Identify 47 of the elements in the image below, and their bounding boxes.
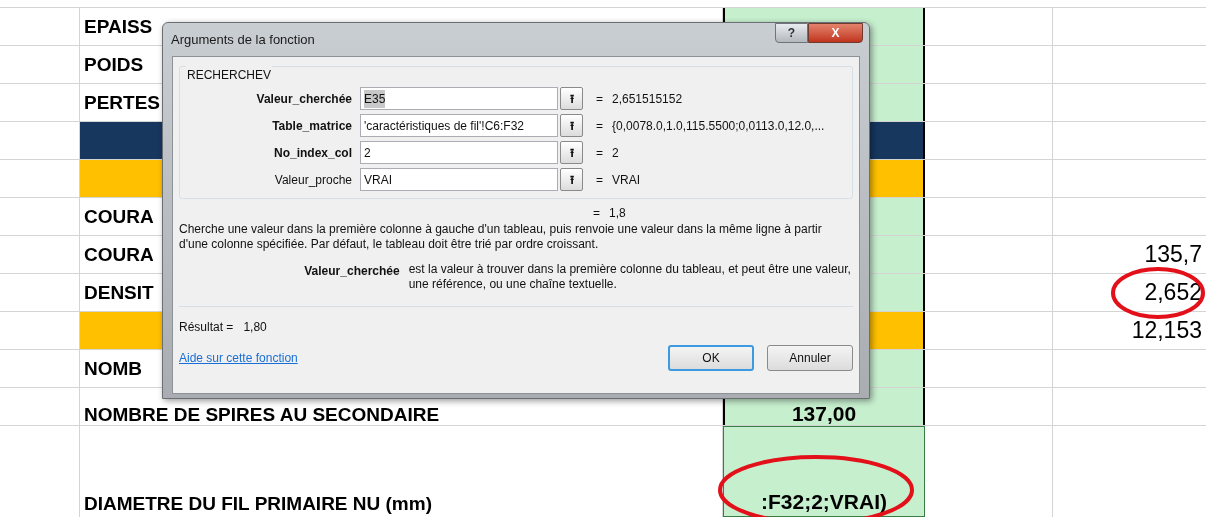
- window-title: Arguments de la fonction: [171, 30, 315, 49]
- row-label: PERTES: [84, 93, 161, 112]
- row-label: DENSIT: [84, 283, 154, 302]
- equals-sign: =: [596, 90, 603, 108]
- equals-sign: =: [593, 205, 600, 222]
- cell-value: 135,7: [1144, 243, 1202, 266]
- dialog-button[interactable]: Annuler: [767, 345, 853, 371]
- argument-label: No_index_col: [272, 144, 353, 162]
- help-link[interactable]: Aide sur cette fonction: [179, 349, 298, 367]
- cell-value: 12,153: [1131, 319, 1202, 342]
- row-label: POIDS: [84, 55, 144, 74]
- argument-result: 2,651515152: [612, 90, 683, 108]
- argument-label: Valeur_proche: [273, 171, 353, 189]
- result-value: 1,80: [243, 319, 267, 336]
- argument-result: {0,0078.0,1.0,115.5500;0,0113.0,12.0,...: [612, 117, 825, 135]
- cell-value: 137,00: [791, 403, 857, 425]
- result-label: Résultat =: [179, 319, 234, 336]
- row-label: EPAISS: [84, 17, 153, 36]
- row-label: DIAMETRE DU FIL PRIMAIRE NU (mm): [84, 494, 432, 513]
- argument-field[interactable]: VRAI: [360, 168, 558, 191]
- row-label: COURA: [84, 245, 154, 264]
- row-label: NOMBRE DE SPIRES AU SECONDAIRE: [84, 405, 440, 424]
- equals-sign: =: [596, 117, 603, 135]
- argument-result: 2: [612, 144, 619, 162]
- cell-value: 2,652: [1144, 281, 1202, 304]
- dialog-button[interactable]: OK: [668, 345, 754, 371]
- help-button[interactable]: ?: [775, 23, 808, 43]
- row-label: COURA: [84, 207, 154, 226]
- equals-sign: =: [596, 144, 603, 162]
- collapse-button[interactable]: ⭱: [560, 114, 583, 137]
- argument-field[interactable]: E35: [360, 87, 558, 110]
- collapse-button[interactable]: ⭱: [560, 141, 583, 164]
- collapse-button[interactable]: ⭱: [560, 87, 583, 110]
- function-description: Cherche une valeur dans la première colonne à gauche d'un tableau, puis renvoie une valeur dans la même ligne à partir d'une colonne spécifiée. Par défaut, le tableau doit être trié par ordre croissant.: [179, 222, 823, 252]
- collapse-button[interactable]: ⭱: [560, 168, 583, 191]
- argument-result: VRAI: [612, 171, 641, 189]
- argument-field[interactable]: 'caractéristiques de fil'!C6:F32: [360, 114, 558, 137]
- formula-result: 1,8: [609, 205, 626, 222]
- row-label: NOMB: [84, 359, 143, 378]
- argument-field[interactable]: 2: [360, 141, 558, 164]
- cell-value: :F32;2;VRAI): [761, 491, 887, 512]
- equals-sign: =: [596, 171, 603, 189]
- argument-label: Valeur_cherchée: [255, 90, 353, 108]
- argument-label: Table_matrice: [271, 117, 353, 135]
- close-button[interactable]: X: [808, 23, 863, 43]
- argument-help-label: Valeur_cherchée: [303, 263, 401, 280]
- argument-help-text: est la valeur à trouver dans la première colonne du tableau, et peut être une valeur, une référence, ou une chaîne textuelle.: [408, 262, 852, 293]
